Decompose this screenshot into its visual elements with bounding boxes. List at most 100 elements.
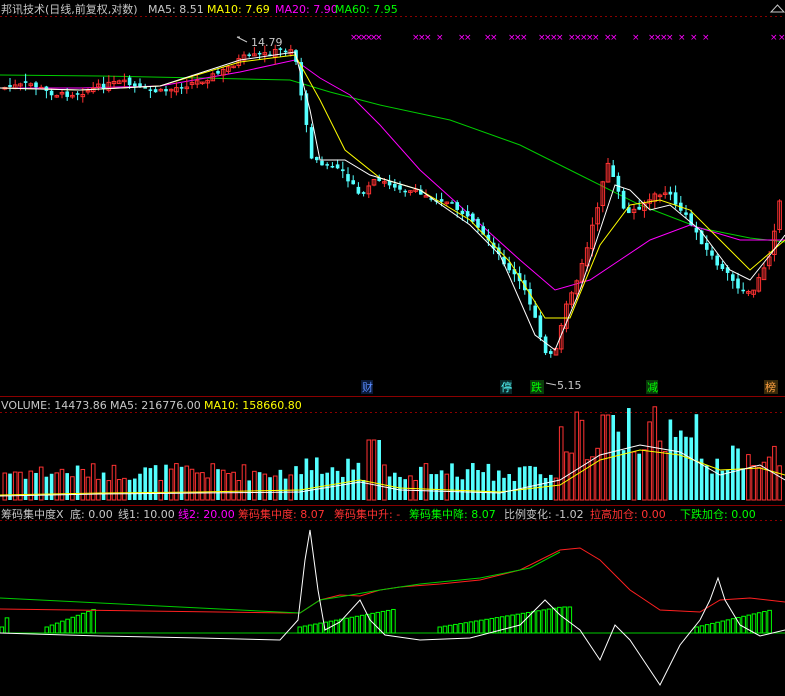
candle-down: [710, 250, 714, 256]
volume-bar-down: [465, 469, 470, 500]
volume-bar-down: [216, 469, 220, 500]
indicator-bar: [751, 613, 757, 634]
signal-marker: ×: [520, 33, 528, 43]
candle-down: [101, 83, 106, 89]
volume-bar-down: [673, 436, 678, 500]
volume-ma5: MA5: 216776.00: [110, 399, 201, 412]
volume-bar-down: [153, 465, 158, 500]
candle-down: [455, 202, 459, 210]
volume-bar-down: [325, 472, 329, 500]
volume-bar-down: [164, 464, 168, 500]
volume-bar-down: [44, 476, 49, 500]
volume-ma10: MA10: 158660.80: [204, 399, 302, 412]
candle-down: [611, 165, 615, 178]
volume-bar-up: [558, 426, 564, 501]
volume-bar-down: [101, 472, 106, 500]
volume-bar-up: [168, 468, 174, 501]
volume-bar-up: [288, 474, 294, 501]
candle-down: [720, 263, 725, 270]
stock-chart: 邦讯技术(日线,前复权,对数) MA5: 8.51 MA10: 7.69 MA2…: [0, 2, 785, 686]
volume-bar-up: [366, 439, 372, 501]
candle-down: [23, 81, 28, 83]
candle-down: [351, 180, 355, 185]
volume-bar-up: [220, 469, 226, 501]
indicator-bar: [49, 624, 55, 634]
indicator-bar: [60, 620, 65, 634]
volume-bars: [0, 406, 785, 501]
volume-bar-down: [507, 474, 511, 500]
indicator-bar: [767, 609, 772, 634]
indicator-ratio: 比例变化: -1.02: [504, 507, 584, 521]
volume-bar-up: [766, 456, 772, 501]
volume-bar-down: [330, 467, 335, 500]
signal-marker: ×: [666, 33, 674, 43]
indicator-bar: [694, 626, 700, 634]
event-badge-list[interactable]: 榜: [764, 380, 778, 394]
svg-text:财: 财: [362, 380, 373, 394]
indicator-bar: [302, 625, 308, 634]
indicator-bar: [349, 616, 355, 634]
volume-bar-down: [741, 468, 745, 500]
indicator-fall: 筹码集中降: 8.07: [409, 507, 496, 521]
volume-bar-up: [194, 472, 200, 501]
candle-down: [731, 274, 735, 281]
volume-panel-header: VOLUME: 14473.86 MA5: 216776.00 MA10: 15…: [1, 399, 302, 412]
candle-down: [465, 211, 470, 217]
volume-bar-up: [444, 473, 450, 501]
volume-bar-up: [252, 470, 257, 501]
candle-down: [543, 336, 548, 354]
volume-bar-down: [528, 465, 532, 500]
ma10-line: [0, 54, 785, 319]
event-badge-suspend[interactable]: 停: [500, 380, 512, 394]
volume-bar-down: [23, 478, 28, 500]
svg-text:跌: 跌: [531, 380, 542, 394]
indicator-bar: [297, 626, 303, 634]
candle-down: [330, 165, 335, 168]
volume-bar-down: [304, 458, 309, 500]
indicator-bar: [468, 621, 474, 634]
volume-bar-down: [377, 440, 381, 500]
candle-down: [741, 289, 745, 292]
volume-bar-up: [574, 411, 580, 501]
volume-bar-down: [679, 430, 683, 500]
indicator-bar: [489, 617, 495, 634]
volume-bar-up: [122, 477, 127, 501]
indicator-bar: [380, 610, 386, 634]
volume-bar-down: [627, 408, 631, 500]
volume-bar-up: [189, 468, 195, 501]
indicator-bar: [463, 622, 469, 634]
volume-bar-up: [652, 406, 658, 501]
event-badge-reduce[interactable]: 减: [646, 380, 658, 394]
candle-down: [507, 263, 511, 271]
candle-down: [320, 160, 324, 166]
event-badge-finance[interactable]: 财: [361, 380, 373, 394]
candle-down: [398, 185, 402, 190]
volume-bar-up: [662, 450, 668, 501]
volume-bar-up: [210, 463, 216, 501]
indicator-bar: [479, 619, 484, 634]
volume-bar-down: [65, 473, 69, 500]
indicator-bar: [453, 623, 458, 634]
candle-down: [393, 183, 397, 188]
indicator-bar: [699, 625, 705, 634]
volume-bar-up: [584, 459, 590, 501]
volume-bar-up: [746, 454, 751, 501]
signal-marker: ×: [375, 33, 383, 43]
ma20-line: [0, 59, 785, 291]
indicator-bar: [756, 612, 762, 634]
volume-bar-down: [450, 463, 454, 500]
signal-marker: ×: [610, 33, 618, 43]
volume-bar-down: [476, 470, 480, 500]
event-badge-fall[interactable]: 跌: [530, 380, 544, 394]
ma10-line-path: [0, 54, 785, 319]
volume-bar-up: [262, 473, 268, 501]
volume-bar-down: [668, 419, 673, 500]
volume-bar-down: [341, 476, 345, 500]
volume-bar-up: [777, 465, 782, 501]
price-panel-header: 邦讯技术(日线,前复权,对数) MA5: 8.51 MA10: 7.69 MA2…: [1, 2, 785, 16]
settings-triangle-icon[interactable]: [769, 4, 785, 13]
signal-marker: ×: [592, 33, 600, 43]
volume-bar-down: [715, 458, 719, 500]
volume-bar-down: [543, 478, 548, 500]
volume-bar-down: [549, 474, 553, 500]
